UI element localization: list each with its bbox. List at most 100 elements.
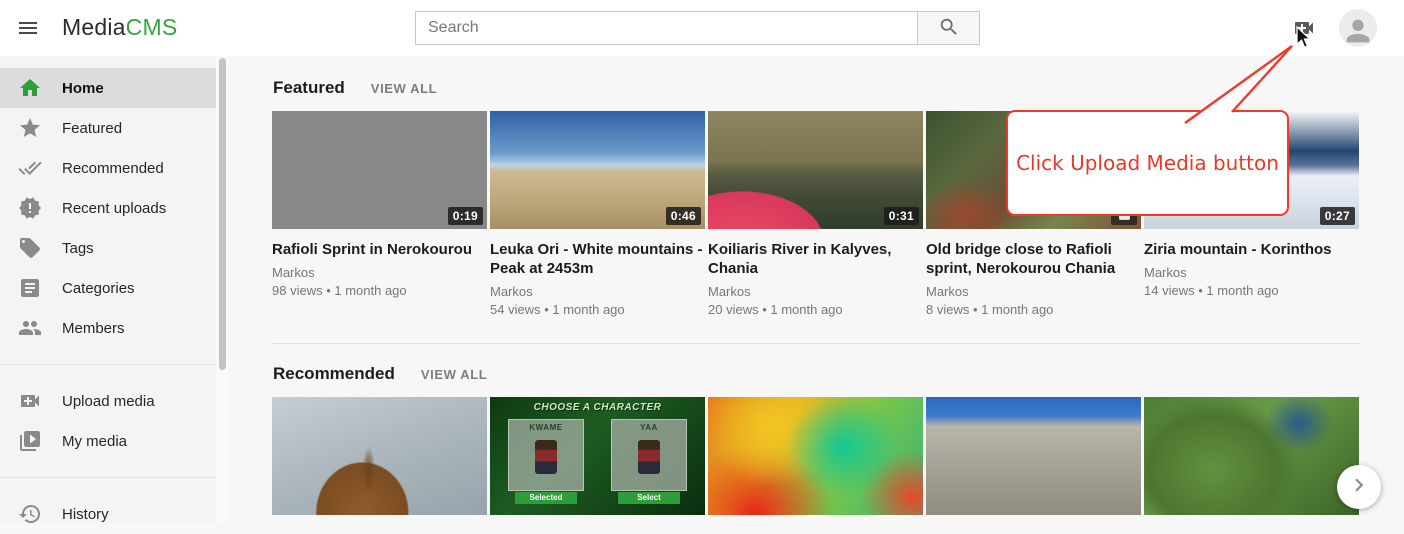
double-check-icon bbox=[18, 156, 42, 180]
recommended-section-header: Recommended VIEW ALL bbox=[228, 364, 1404, 384]
recommended-row: CHOOSE A CHARACTER KWAME Selected YAA Se… bbox=[228, 397, 1404, 515]
members-icon bbox=[18, 316, 42, 340]
sidebar-divider bbox=[0, 364, 216, 365]
character-sprite bbox=[638, 440, 660, 474]
video-title[interactable]: Rafioli Sprint in Nerokourou bbox=[272, 240, 487, 259]
character-name: YAA bbox=[612, 420, 686, 432]
select-button-label: Select bbox=[618, 492, 680, 504]
sidebar-item-categories[interactable]: Categories bbox=[0, 268, 216, 308]
video-card: 0:31 Koiliaris River in Kalyves, Chania … bbox=[708, 111, 923, 317]
video-card bbox=[708, 397, 923, 515]
sidebar-label: My media bbox=[62, 433, 127, 450]
sidebar-divider bbox=[0, 477, 216, 478]
character-panel: KWAME Selected bbox=[508, 419, 584, 491]
video-card: CHOOSE A CHARACTER KWAME Selected YAA Se… bbox=[490, 397, 705, 515]
app-logo[interactable]: MediaCMS bbox=[62, 14, 177, 41]
video-call-icon bbox=[18, 389, 42, 413]
duration-badge: 0:46 bbox=[666, 207, 701, 225]
duration-badge: 0:31 bbox=[884, 207, 919, 225]
video-meta: 8 views • 1 month ago bbox=[926, 302, 1141, 317]
video-thumbnail[interactable]: 0:19 bbox=[272, 111, 487, 229]
section-title: Featured bbox=[273, 78, 345, 98]
video-author: Markos bbox=[708, 284, 923, 299]
video-meta: 14 views • 1 month ago bbox=[1144, 283, 1359, 298]
character-name: KWAME bbox=[509, 420, 583, 432]
history-icon bbox=[18, 502, 42, 526]
duration-badge: 0:27 bbox=[1320, 207, 1355, 225]
video-thumbnail[interactable] bbox=[1144, 397, 1359, 515]
sidebar-item-recommended[interactable]: Recommended bbox=[0, 148, 216, 188]
section-divider bbox=[272, 343, 1360, 344]
video-author: Markos bbox=[490, 284, 705, 299]
select-button-label: Selected bbox=[515, 492, 577, 504]
video-card bbox=[1144, 397, 1359, 515]
chevron-right-icon bbox=[1346, 472, 1372, 503]
video-card: 0:19 Rafioli Sprint in Nerokourou Markos… bbox=[272, 111, 487, 317]
video-thumbnail[interactable]: 0:46 bbox=[490, 111, 705, 229]
user-avatar[interactable] bbox=[1339, 9, 1377, 47]
video-thumbnail[interactable] bbox=[926, 397, 1141, 515]
sidebar-label: History bbox=[62, 506, 109, 523]
video-title[interactable]: Leuka Ori - White mountains - Peak at 24… bbox=[490, 240, 705, 278]
video-title[interactable]: Old bridge close to Rafioli sprint, Nero… bbox=[926, 240, 1141, 278]
sidebar-label: Upload media bbox=[62, 393, 155, 410]
sidebar-item-upload-media[interactable]: Upload media bbox=[0, 381, 216, 421]
annotation-text: Click Upload Media button bbox=[1016, 151, 1279, 175]
sidebar-label: Recommended bbox=[62, 160, 164, 177]
search-bar bbox=[415, 11, 980, 45]
logo-media-text: Media bbox=[62, 14, 126, 40]
sidebar-label: Recent uploads bbox=[62, 200, 166, 217]
sidebar-label: Featured bbox=[62, 120, 122, 137]
scrollbar-thumb[interactable] bbox=[219, 58, 226, 370]
section-title: Recommended bbox=[273, 364, 395, 384]
star-icon bbox=[18, 116, 42, 140]
video-card bbox=[272, 397, 487, 515]
video-author: Markos bbox=[1144, 265, 1359, 280]
home-icon bbox=[18, 76, 42, 100]
sidebar-label: Categories bbox=[62, 280, 135, 297]
character-panel: YAA Select bbox=[611, 419, 687, 491]
video-card bbox=[926, 397, 1141, 515]
sidebar-item-members[interactable]: Members bbox=[0, 308, 216, 348]
new-releases-icon bbox=[18, 196, 42, 220]
video-author: Markos bbox=[926, 284, 1141, 299]
thumbnail-text: CHOOSE A CHARACTER bbox=[490, 402, 705, 413]
top-bar: MediaCMS bbox=[0, 0, 1404, 56]
recommended-view-all-link[interactable]: VIEW ALL bbox=[421, 367, 487, 382]
video-title[interactable]: Koiliaris River in Kalyves, Chania bbox=[708, 240, 923, 278]
search-icon bbox=[938, 16, 960, 41]
sidebar-item-home[interactable]: Home bbox=[0, 68, 216, 108]
featured-section-header: Featured VIEW ALL bbox=[228, 56, 1404, 98]
video-thumbnail[interactable]: 0:31 bbox=[708, 111, 923, 229]
character-sprite bbox=[535, 440, 557, 474]
sidebar-item-history[interactable]: History bbox=[0, 494, 216, 534]
video-meta: 20 views • 1 month ago bbox=[708, 302, 923, 317]
sidebar-item-tags[interactable]: Tags bbox=[0, 228, 216, 268]
video-title[interactable]: Ziria mountain - Korinthos bbox=[1144, 240, 1359, 259]
search-input[interactable] bbox=[415, 11, 917, 45]
carousel-next-button[interactable] bbox=[1337, 465, 1381, 509]
categories-icon bbox=[18, 276, 42, 300]
video-meta: 98 views • 1 month ago bbox=[272, 283, 487, 298]
menu-icon[interactable] bbox=[14, 14, 42, 42]
video-thumbnail[interactable] bbox=[272, 397, 487, 515]
video-thumbnail[interactable] bbox=[708, 397, 923, 515]
logo-cms-text: CMS bbox=[126, 14, 178, 40]
featured-view-all-link[interactable]: VIEW ALL bbox=[371, 81, 437, 96]
sidebar-label: Members bbox=[62, 320, 125, 337]
sidebar-item-my-media[interactable]: My media bbox=[0, 421, 216, 461]
video-library-icon bbox=[18, 429, 42, 453]
sidebar-item-featured[interactable]: Featured bbox=[0, 108, 216, 148]
sidebar-label: Tags bbox=[62, 240, 94, 257]
duration-badge: 0:19 bbox=[448, 207, 483, 225]
search-button[interactable] bbox=[917, 11, 980, 45]
video-card: 0:46 Leuka Ori - White mountains - Peak … bbox=[490, 111, 705, 317]
video-meta: 54 views • 1 month ago bbox=[490, 302, 705, 317]
tag-icon bbox=[18, 236, 42, 260]
sidebar-label: Home bbox=[62, 80, 104, 97]
sidebar-item-recent-uploads[interactable]: Recent uploads bbox=[0, 188, 216, 228]
video-thumbnail[interactable]: CHOOSE A CHARACTER KWAME Selected YAA Se… bbox=[490, 397, 705, 515]
annotation-tooltip: Click Upload Media button bbox=[1006, 110, 1289, 216]
sidebar-scrollbar[interactable] bbox=[216, 56, 228, 522]
sidebar: Home Featured Recommended Recent uploads… bbox=[0, 56, 216, 522]
